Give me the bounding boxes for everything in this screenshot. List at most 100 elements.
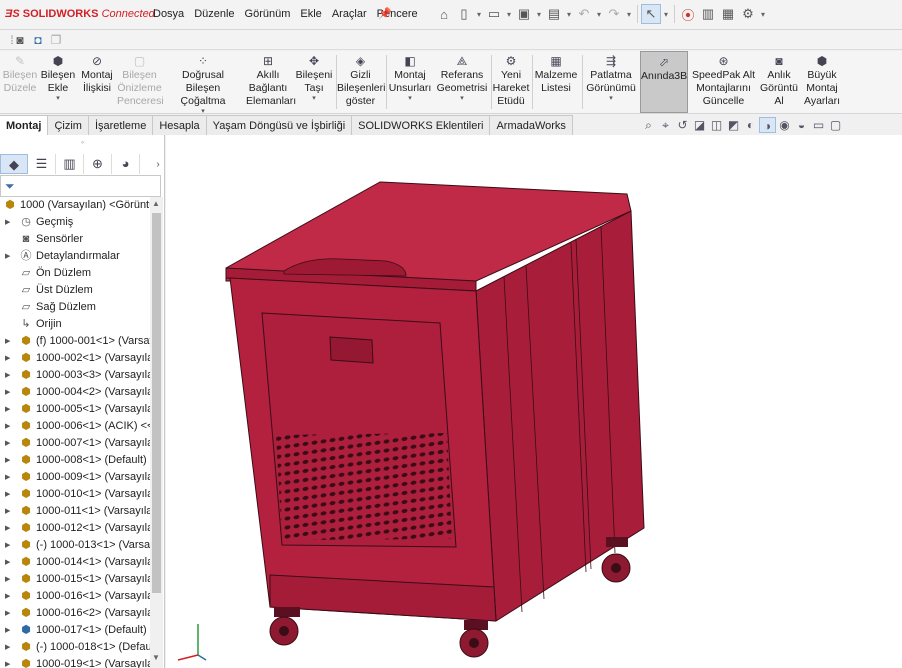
update-speedpak-button[interactable]: ⊛ SpeedPak Alt Montajlarını Güncelle bbox=[691, 51, 756, 113]
dimxpert-manager-tab-icon[interactable]: ⊕ bbox=[84, 154, 112, 174]
dropdown-arrow-icon[interactable]: ▾ bbox=[388, 95, 432, 103]
expand-arrow-icon[interactable]: ▶ bbox=[5, 333, 10, 350]
configuration-manager-tab-icon[interactable]: ▥ bbox=[56, 154, 84, 174]
tree-item-sensors[interactable]: ◙ Sensörler bbox=[0, 231, 150, 248]
tree-item-right-plane[interactable]: ▱ Sağ Düzlem bbox=[0, 299, 150, 316]
select-dropdown-icon[interactable]: ▾ bbox=[661, 4, 671, 24]
expand-arrow-icon[interactable]: ▶ bbox=[5, 605, 10, 622]
pin-icon[interactable]: 📌 bbox=[378, 7, 392, 20]
expand-arrow-icon[interactable]: ▶ bbox=[5, 384, 10, 401]
tree-item-component[interactable]: ▶ ⬢ 1000-004<2> (Varsayıla bbox=[0, 384, 150, 401]
tree-item-history[interactable]: ▶ ◷ Geçmiş bbox=[0, 214, 150, 231]
mate-button[interactable]: ⊘ Montaj İlişkisi bbox=[78, 51, 116, 113]
home-icon[interactable]: ⌂ bbox=[434, 4, 454, 24]
dropdown-arrow-icon[interactable]: ▾ bbox=[294, 95, 334, 103]
assembly-features-button[interactable]: ◧ Montaj Unsurları ▾ bbox=[388, 51, 432, 113]
menu-ekle[interactable]: Ekle bbox=[295, 8, 326, 20]
dropdown-arrow-icon[interactable]: ▾ bbox=[584, 95, 638, 103]
expand-arrow-icon[interactable]: ▶ bbox=[5, 622, 10, 639]
tab-cizim[interactable]: Çizim bbox=[48, 115, 89, 135]
tree-item-component[interactable]: ▶ ⬢ 1000-011<1> (Varsayıla bbox=[0, 503, 150, 520]
tab-isaretleme[interactable]: İşaretleme bbox=[88, 115, 154, 135]
expand-arrow-icon[interactable]: ▶ bbox=[5, 554, 10, 571]
edit-component-button[interactable]: ✎ Bileşen Düzele bbox=[2, 51, 38, 113]
rebuild-traffic-light-icon[interactable]: ⦿ bbox=[678, 4, 698, 24]
tree-item-component[interactable]: ▶ ⬢ 1000-012<1> (Varsayıla bbox=[0, 520, 150, 537]
scene-icon[interactable]: ◒ bbox=[793, 117, 810, 133]
tab-montaj[interactable]: Montaj bbox=[0, 115, 49, 135]
menu-duzenle[interactable]: Düzenle bbox=[189, 8, 239, 20]
tree-item-component[interactable]: ▶ ⬢ 1000-010<1> (Varsayıla bbox=[0, 486, 150, 503]
new-motion-study-button[interactable]: ⚙ Yeni Hareket Etüdü bbox=[492, 51, 530, 113]
new-dropdown-icon[interactable]: ▾ bbox=[474, 4, 484, 24]
tree-item-component[interactable]: ▶ ⬢ (f) 1000-001<1> (Varsay bbox=[0, 333, 150, 350]
expand-arrow-icon[interactable]: ▶ bbox=[5, 367, 10, 384]
expand-arrow-icon[interactable]: ▶ bbox=[5, 639, 10, 656]
view-orientation-icon[interactable]: ◩ bbox=[725, 117, 742, 133]
expand-arrow-icon[interactable]: ▶ bbox=[5, 350, 10, 367]
expand-arrow-icon[interactable]: ▶ bbox=[5, 537, 10, 554]
tree-root-assembly[interactable]: ⬢ 1000 (Varsayılan) <Görüntü bbox=[0, 197, 150, 214]
panel-grip-icon[interactable]: ◦ bbox=[0, 135, 165, 153]
menu-araclar[interactable]: Araçlar bbox=[327, 8, 372, 20]
open-icon[interactable]: ▭ bbox=[484, 4, 504, 24]
redo-icon[interactable]: ↷ bbox=[604, 4, 624, 24]
expand-arrow-icon[interactable]: ▶ bbox=[5, 571, 10, 588]
tree-item-component[interactable]: ▶ ⬢ 1000-006<1> (ACIK) << bbox=[0, 418, 150, 435]
graphics-viewport[interactable] bbox=[166, 135, 902, 668]
menu-dosya[interactable]: Dosya bbox=[148, 8, 189, 20]
filter-funnel-icon[interactable]: ⏷ bbox=[5, 179, 15, 194]
display-style-icon[interactable]: ◐ bbox=[742, 117, 759, 133]
expand-arrow-icon[interactable]: ▶ bbox=[5, 469, 10, 486]
expand-arrow-icon[interactable]: ▶ bbox=[5, 656, 10, 668]
undo-icon[interactable]: ↶ bbox=[574, 4, 594, 24]
tree-item-component[interactable]: ▶ ⬢ 1000-015<1> (Varsayıla bbox=[0, 571, 150, 588]
panel-more-chevron-icon[interactable]: › bbox=[151, 159, 165, 170]
move-component-button[interactable]: ✥ Bileşeni Taşı ▾ bbox=[294, 51, 334, 113]
tree-item-component[interactable]: ▶ ⬢ (-) 1000-013<1> (Varsay bbox=[0, 537, 150, 554]
section-view-icon[interactable]: ◪ bbox=[691, 117, 708, 133]
instant3d-button[interactable]: ⬀ Anında3B bbox=[640, 51, 688, 113]
redo-dropdown-icon[interactable]: ▾ bbox=[624, 4, 634, 24]
scrollbar-thumb[interactable] bbox=[152, 213, 161, 593]
expand-arrow-icon[interactable]: ▶ bbox=[5, 503, 10, 520]
tree-item-component[interactable]: ▶ ⬢ 1000-003<3> (Varsayıla bbox=[0, 367, 150, 384]
open-dropdown-icon[interactable]: ▾ bbox=[504, 4, 514, 24]
feature-manager-tab-icon[interactable]: ◆ bbox=[0, 154, 28, 174]
component-preview-window-button[interactable]: ▢ Bileşen Önizleme Penceresi bbox=[117, 51, 164, 113]
expand-arrow-icon[interactable]: ▶ bbox=[5, 452, 10, 469]
tree-item-subassembly[interactable]: ▶ ⬢ 1000-017<1> (Default) bbox=[0, 622, 150, 639]
file-properties-icon[interactable]: ▥ bbox=[698, 4, 718, 24]
expand-arrow-icon[interactable]: ▶ bbox=[5, 588, 10, 605]
expand-arrow-icon[interactable]: ▶ bbox=[5, 435, 10, 452]
tree-item-component[interactable]: ▶ ⬢ 1000-009<1> (Varsayıla bbox=[0, 469, 150, 486]
bill-of-materials-button[interactable]: ▦ Malzeme Listesi bbox=[533, 51, 579, 113]
insert-component-button[interactable]: ⬢ Bileşen Ekle ▾ bbox=[39, 51, 77, 113]
tree-item-component[interactable]: ▶ ⬢ 1000-007<1> (Varsayıla bbox=[0, 435, 150, 452]
new-document-icon[interactable]: ▯ bbox=[454, 4, 474, 24]
undo-dropdown-icon[interactable]: ▾ bbox=[594, 4, 604, 24]
dropdown-arrow-icon[interactable]: ▾ bbox=[434, 95, 490, 103]
select-cursor-icon[interactable]: ↖ bbox=[641, 4, 661, 24]
print-dropdown-icon[interactable]: ▾ bbox=[564, 4, 574, 24]
tree-item-component[interactable]: ▶ ⬢ (-) 1000-018<1> (Defau bbox=[0, 639, 150, 656]
dynamic-annotation-icon[interactable]: ◫ bbox=[708, 117, 725, 133]
expand-arrow-icon[interactable]: ▶ bbox=[5, 401, 10, 418]
dropdown-arrow-icon[interactable]: ▾ bbox=[39, 95, 77, 103]
zoom-to-fit-icon[interactable]: ⌕ bbox=[640, 117, 657, 133]
expand-arrow-icon[interactable]: ▶ bbox=[5, 486, 10, 503]
tree-item-component[interactable]: ▶ ⬢ 1000-019<1> (Varsayıla bbox=[0, 656, 150, 668]
menu-gorunum[interactable]: Görünüm bbox=[240, 8, 296, 20]
expand-arrow-icon[interactable]: ▶ bbox=[5, 214, 10, 231]
zoom-to-area-icon[interactable]: ⌖ bbox=[657, 117, 674, 133]
tree-scrollbar[interactable]: ▲ ▼ bbox=[150, 197, 163, 668]
take-snapshot-button[interactable]: ◙ Anlık Görüntü Al bbox=[760, 51, 798, 113]
copy-icon[interactable]: ❐ bbox=[48, 32, 64, 48]
tree-item-component[interactable]: ▶ ⬢ 1000-008<1> (Default) bbox=[0, 452, 150, 469]
smart-fasteners-button[interactable]: ⊞ Akıllı Bağlantı Elemanları bbox=[246, 51, 296, 113]
camera-icon[interactable]: ◙ bbox=[12, 32, 28, 48]
hide-show-items-icon[interactable]: ◑ bbox=[759, 117, 776, 133]
tab-solidworks-eklentileri[interactable]: SOLIDWORKS Eklentileri bbox=[352, 115, 491, 135]
expand-arrow-icon[interactable]: ▶ bbox=[5, 520, 10, 537]
expand-arrow-icon[interactable]: ▶ bbox=[5, 248, 10, 265]
